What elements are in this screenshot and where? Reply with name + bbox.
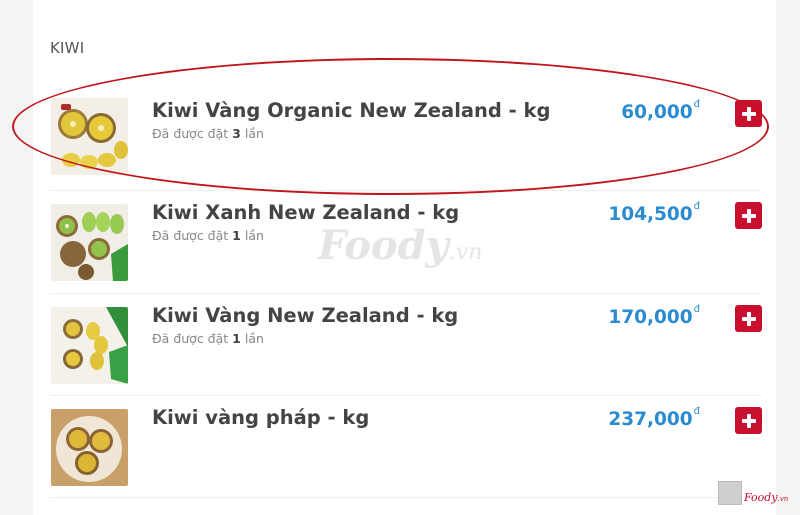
product-name[interactable]: Kiwi Xanh New Zealand - kg xyxy=(152,201,459,224)
product-name[interactable]: Kiwi vàng pháp - kg xyxy=(152,406,369,429)
list-item[interactable]: Kiwi vàng pháp - kg 237,000đ xyxy=(50,395,762,498)
list-item[interactable]: Kiwi Vàng New Zealand - kg Đã được đặt 1… xyxy=(50,293,762,396)
product-image[interactable] xyxy=(51,409,128,486)
section-title: KIWI xyxy=(50,39,85,57)
product-price: 104,500đ xyxy=(608,200,700,225)
add-to-cart-button[interactable] xyxy=(735,202,762,229)
add-to-cart-button[interactable] xyxy=(735,305,762,332)
foody-logo: Foody.vn xyxy=(744,491,789,504)
add-to-cart-button[interactable] xyxy=(735,407,762,434)
order-count: Đã được đặt 1 lần xyxy=(152,228,264,243)
product-price: 170,000đ xyxy=(608,303,700,328)
product-price: 237,000đ xyxy=(608,405,700,430)
order-count: Đã được đặt 1 lần xyxy=(152,331,264,346)
product-image[interactable] xyxy=(51,307,128,384)
product-image[interactable] xyxy=(51,204,128,281)
foody-watermark: Foody.vn xyxy=(318,222,483,269)
divider xyxy=(50,395,762,396)
highlight-ellipse xyxy=(12,58,769,195)
product-name[interactable]: Kiwi Vàng New Zealand - kg xyxy=(152,304,458,327)
avatar-icon xyxy=(718,481,742,505)
divider xyxy=(50,293,762,294)
list-end-divider xyxy=(50,497,762,498)
